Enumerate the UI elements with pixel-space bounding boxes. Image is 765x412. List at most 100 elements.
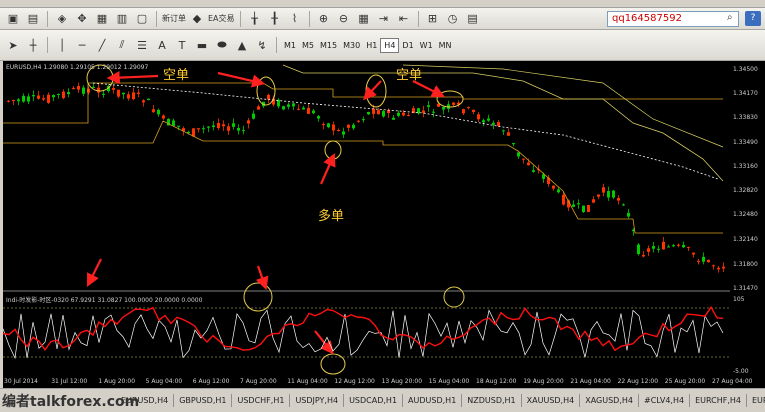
highlight-circle-3: [365, 74, 387, 108]
arrows-icon[interactable]: ↯: [253, 36, 271, 54]
timeframe-m1[interactable]: M1: [281, 39, 299, 52]
candle-body: [647, 248, 650, 252]
candle-body: [202, 128, 205, 130]
chart-tab[interactable]: USDJPY,H4: [290, 394, 345, 407]
crosshair-icon[interactable]: ┼: [24, 36, 42, 54]
expert-advisors-button[interactable]: EA交易: [208, 10, 235, 28]
candle-body: [482, 120, 485, 123]
vertical-line-icon[interactable]: │: [53, 36, 71, 54]
candle-body: [507, 132, 510, 136]
data-window-icon[interactable]: ✥: [73, 10, 91, 28]
candle-body: [617, 198, 620, 201]
annotation-arrow: [412, 80, 445, 97]
candle-body: [587, 204, 590, 212]
chart-tab[interactable]: AUDUSD,H1: [403, 394, 463, 407]
highlight-circle-5: [324, 140, 342, 160]
candle-body: [352, 124, 355, 129]
candle-chart-icon[interactable]: ╂: [266, 10, 284, 28]
timeframe-h1[interactable]: H1: [363, 39, 380, 52]
periods-icon[interactable]: ◷: [444, 10, 462, 28]
timeframe-mn[interactable]: MN: [436, 39, 455, 52]
candle-body: [522, 158, 525, 160]
terminal-icon[interactable]: ▥: [113, 10, 131, 28]
horizontal-line-icon[interactable]: ─: [73, 36, 91, 54]
timeframe-m30[interactable]: M30: [340, 39, 363, 52]
help-icon[interactable]: ?: [745, 11, 761, 26]
candle-body: [337, 129, 340, 131]
candle-body: [47, 94, 50, 103]
bar-chart-icon[interactable]: ╁: [246, 10, 264, 28]
candle-body: [612, 190, 615, 198]
rectangle-icon[interactable]: ▬: [193, 36, 211, 54]
zoom-out-icon[interactable]: ⊖: [335, 10, 353, 28]
chart-shift-icon[interactable]: ⇥: [375, 10, 393, 28]
candle-body: [517, 152, 520, 157]
meta-editor-icon[interactable]: ◆: [188, 10, 206, 28]
chart-tab[interactable]: EURCHF,H4: [690, 394, 747, 407]
candle-body: [222, 124, 225, 127]
new-chart-icon[interactable]: ▣: [4, 10, 22, 28]
candle-body: [362, 119, 365, 121]
chart-tab[interactable]: EURGB: [747, 394, 765, 407]
candle-body: [697, 260, 700, 262]
candle-body: [252, 113, 255, 119]
navigator-icon[interactable]: ▦: [93, 10, 111, 28]
candle-body: [397, 112, 400, 116]
chart-tab[interactable]: XAUUSD,H4: [522, 394, 581, 407]
chart-tab[interactable]: #CLV4,H4: [639, 394, 691, 407]
candle-body: [297, 108, 300, 110]
search-input[interactable]: qq164587592: [607, 11, 739, 27]
mt4-window: ▣ ▤ ◈ ✥ ▦ ▥ ▢ 新订单 ◆ EA交易 ╁ ╂ ⌇ ⊕ ⊖ ▦ ⇥ ⇤…: [0, 0, 765, 412]
time-tick: 1 Aug 20:00: [98, 378, 136, 385]
zoom-in-icon[interactable]: ⊕: [315, 10, 333, 28]
candle-body: [452, 102, 455, 105]
candle-body: [477, 114, 480, 120]
profiles-icon[interactable]: ▤: [24, 10, 42, 28]
candle-body: [667, 246, 670, 248]
candle-body: [172, 120, 175, 126]
chart-tab[interactable]: XAGUSD,H4: [580, 394, 639, 407]
timeframe-h4[interactable]: H4: [380, 37, 400, 53]
auto-scroll-icon[interactable]: ⇤: [395, 10, 413, 28]
strategy-tester-icon[interactable]: ▢: [133, 10, 151, 28]
timeframe-d1[interactable]: D1: [399, 39, 416, 52]
triangle-icon[interactable]: ▲: [233, 36, 251, 54]
market-watch-icon[interactable]: ◈: [53, 10, 71, 28]
candle-body: [142, 100, 145, 103]
cursor-icon[interactable]: ➤: [4, 36, 22, 54]
chart-tab[interactable]: USDCAD,H1: [344, 394, 404, 407]
text-label-icon[interactable]: T: [173, 36, 191, 54]
new-order-button[interactable]: 新订单: [162, 10, 186, 28]
fibo-icon[interactable]: ☰: [133, 36, 151, 54]
search-icon[interactable]: ⌕: [727, 12, 741, 23]
price-tick: 1.31470: [733, 285, 758, 292]
timeframe-w1[interactable]: W1: [417, 39, 436, 52]
timeframe-m15[interactable]: M15: [317, 39, 340, 52]
chart-canvas: [3, 64, 730, 375]
chart-tab[interactable]: GBPUSD,H1: [174, 394, 233, 407]
candle-body: [287, 104, 290, 107]
indicators-icon[interactable]: ⊞: [424, 10, 442, 28]
ellipse-icon[interactable]: ⬬: [213, 36, 231, 54]
candle-body: [422, 110, 425, 113]
candle-body: [132, 92, 135, 99]
price-tick: 1.32820: [733, 187, 758, 194]
candle-body: [97, 87, 100, 93]
timeframe-m5[interactable]: M5: [299, 39, 317, 52]
line-chart-icon[interactable]: ⌇: [286, 10, 304, 28]
candle-body: [17, 99, 20, 102]
price-chart[interactable]: [3, 61, 730, 376]
text-icon[interactable]: A: [153, 36, 171, 54]
time-tick: 27 Aug 04:00: [712, 378, 753, 385]
candle-body: [487, 118, 490, 121]
candle-body: [427, 105, 430, 107]
chart-tab[interactable]: NZDUSD,H1: [462, 394, 522, 407]
candle-body: [577, 203, 580, 205]
templates-icon[interactable]: ▤: [464, 10, 482, 28]
channel-icon[interactable]: ⫽: [113, 36, 131, 54]
tile-windows-icon[interactable]: ▦: [355, 10, 373, 28]
annotation-short-1: 空单: [163, 68, 190, 83]
price-tick: 1.34500: [733, 66, 758, 73]
trendline-icon[interactable]: ╱: [93, 36, 111, 54]
chart-tab[interactable]: USDCHF,H1: [232, 394, 291, 407]
